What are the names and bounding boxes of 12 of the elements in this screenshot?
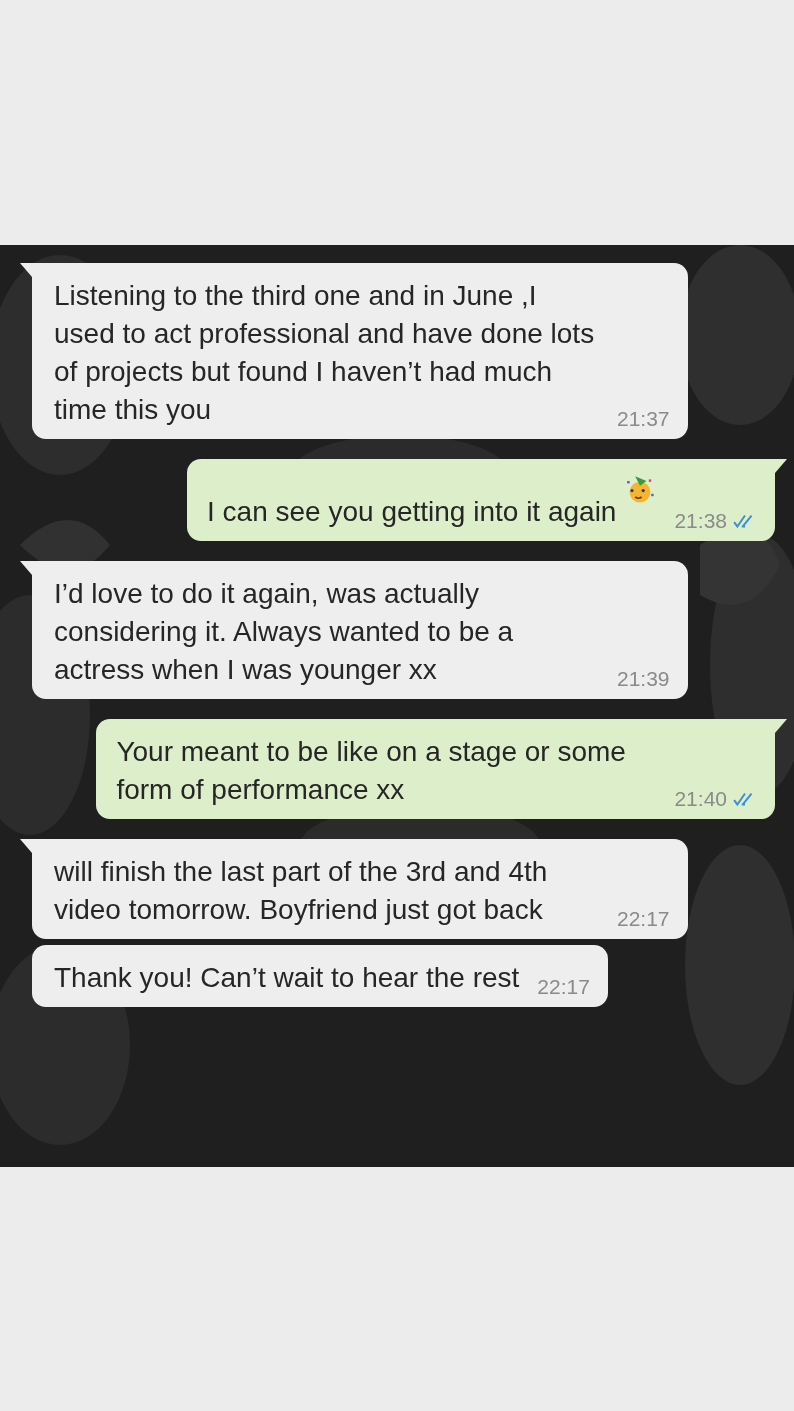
message-time: 22:17: [617, 906, 670, 932]
message-text: will finish the last part of the 3rd and 4th video tomorrow. Boyfriend just got back: [54, 855, 549, 927]
message-time: 21:38: [674, 508, 727, 534]
message-text: I’d love to do it again, was actually considering it. Always wanted to be a actress when I was younger xx: [54, 577, 515, 687]
message-text: Thank you! Can’t wait to hear the rest: [54, 961, 520, 995]
message-time: 21:40: [674, 786, 727, 812]
message-text: Your meant to be like on a stage or some form of performance xx: [116, 735, 627, 807]
message-time: 21:37: [617, 406, 670, 432]
message-text: Listening to the third one and in June ,I used to act professional and have done lots of projects but found I haven’t had much time this you: [54, 279, 596, 427]
message-time: 21:39: [617, 666, 670, 692]
message-time: 22:17: [537, 974, 590, 1000]
message-text: I can see you getting into it again: [207, 495, 617, 529]
